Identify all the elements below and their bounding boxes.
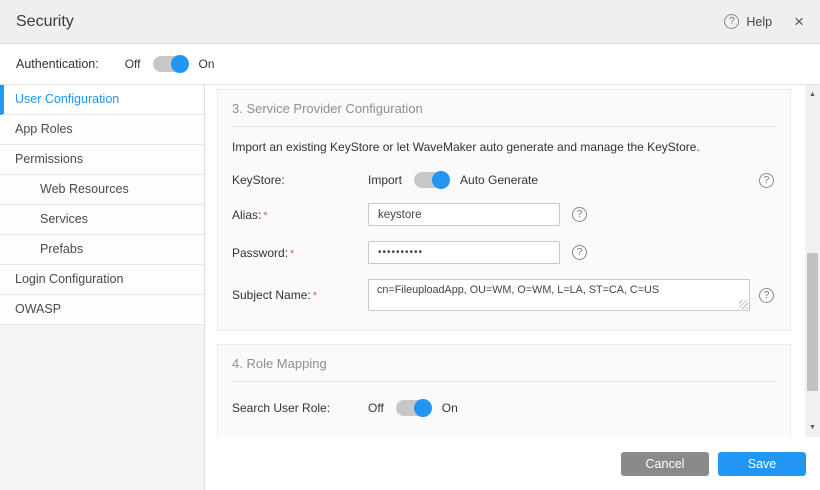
alias-row: Alias:* ? xyxy=(232,203,776,226)
search-user-role-label: Search User Role: xyxy=(232,401,368,415)
sidebar-item-permissions[interactable]: Permissions xyxy=(0,145,204,175)
keystore-label: KeyStore: xyxy=(232,173,368,187)
toggle-knob xyxy=(414,399,432,417)
subject-name-textarea[interactable]: cn=FileuploadApp, OU=WM, O=WM, L=LA, ST=… xyxy=(368,279,750,311)
required-marker: * xyxy=(290,248,294,260)
search-user-role-row: Search User Role: Off On xyxy=(232,400,776,416)
main-area: User Configuration App Roles Permissions… xyxy=(0,85,820,490)
required-marker: * xyxy=(263,210,267,222)
subject-name-help-icon[interactable]: ? xyxy=(759,288,774,303)
keystore-toggle[interactable] xyxy=(414,172,448,188)
resize-grip[interactable] xyxy=(739,300,748,309)
sidebar-item-services[interactable]: Services xyxy=(0,205,204,235)
subject-name-label: Subject Name:* xyxy=(232,279,368,302)
required-marker: * xyxy=(313,290,317,302)
search-user-role-on-label: On xyxy=(442,401,458,415)
scroll-down-icon[interactable]: ▼ xyxy=(805,420,820,435)
section-description: Import an existing KeyStore or let WaveM… xyxy=(232,140,776,154)
security-dialog: Security ? Help × Authentication: Off On… xyxy=(0,0,820,490)
password-input[interactable] xyxy=(368,241,560,264)
password-row: Password:* ? xyxy=(232,241,776,264)
sidebar-item-web-resources[interactable]: Web Resources xyxy=(0,175,204,205)
section-title: 3. Service Provider Configuration xyxy=(232,101,776,127)
service-provider-section: 3. Service Provider Configuration Import… xyxy=(217,89,791,331)
header-actions: ? Help × xyxy=(724,13,804,30)
sidebar-item-owasp[interactable]: OWASP xyxy=(0,295,204,325)
keystore-import-label: Import xyxy=(368,173,402,187)
help-link[interactable]: Help xyxy=(746,15,772,29)
keystore-help-icon[interactable]: ? xyxy=(759,173,774,188)
authentication-toggle[interactable] xyxy=(153,56,187,72)
alias-input[interactable] xyxy=(368,203,560,226)
authentication-label: Authentication: xyxy=(16,57,99,71)
sidebar-item-app-roles[interactable]: App Roles xyxy=(0,115,204,145)
password-help-icon[interactable]: ? xyxy=(572,245,587,260)
alias-help-icon[interactable]: ? xyxy=(572,207,587,222)
authentication-off-label: Off xyxy=(125,57,141,71)
save-button[interactable]: Save xyxy=(718,452,806,476)
toggle-knob xyxy=(432,171,450,189)
role-mapping-section: 4. Role Mapping Search User Role: Off On xyxy=(217,344,791,437)
help-icon[interactable]: ? xyxy=(724,14,739,29)
section-title: 4. Role Mapping xyxy=(232,356,776,382)
close-icon[interactable]: × xyxy=(794,13,804,30)
authentication-on-label: On xyxy=(199,57,215,71)
password-label: Password:* xyxy=(232,246,368,260)
keystore-row: KeyStore: Import Auto Generate ? xyxy=(232,172,776,188)
alias-label: Alias:* xyxy=(232,208,368,222)
scrollbar-thumb[interactable] xyxy=(807,253,818,391)
subject-name-field-wrap: cn=FileuploadApp, OU=WM, O=WM, L=LA, ST=… xyxy=(368,279,750,311)
content-column: 3. Service Provider Configuration Import… xyxy=(205,85,820,490)
scroll-up-icon[interactable]: ▲ xyxy=(805,87,820,102)
keystore-auto-generate-label: Auto Generate xyxy=(460,173,538,187)
sidebar-item-user-configuration[interactable]: User Configuration xyxy=(0,85,204,115)
page-title: Security xyxy=(16,13,74,31)
subject-name-row: Subject Name:* cn=FileuploadApp, OU=WM, … xyxy=(232,279,776,311)
dialog-header: Security ? Help × xyxy=(0,0,820,44)
sidebar: User Configuration App Roles Permissions… xyxy=(0,85,205,490)
toggle-knob xyxy=(171,55,189,73)
cancel-button[interactable]: Cancel xyxy=(621,452,709,476)
sidebar-item-prefabs[interactable]: Prefabs xyxy=(0,235,204,265)
search-user-role-toggle[interactable] xyxy=(396,400,430,416)
vertical-scrollbar[interactable]: ▲ ▼ xyxy=(805,85,820,437)
sidebar-item-login-configuration[interactable]: Login Configuration xyxy=(0,265,204,295)
dialog-footer: Cancel Save xyxy=(205,437,820,490)
search-user-role-off-label: Off xyxy=(368,401,384,415)
scroll-viewport: 3. Service Provider Configuration Import… xyxy=(205,85,820,437)
authentication-bar: Authentication: Off On xyxy=(0,44,820,85)
